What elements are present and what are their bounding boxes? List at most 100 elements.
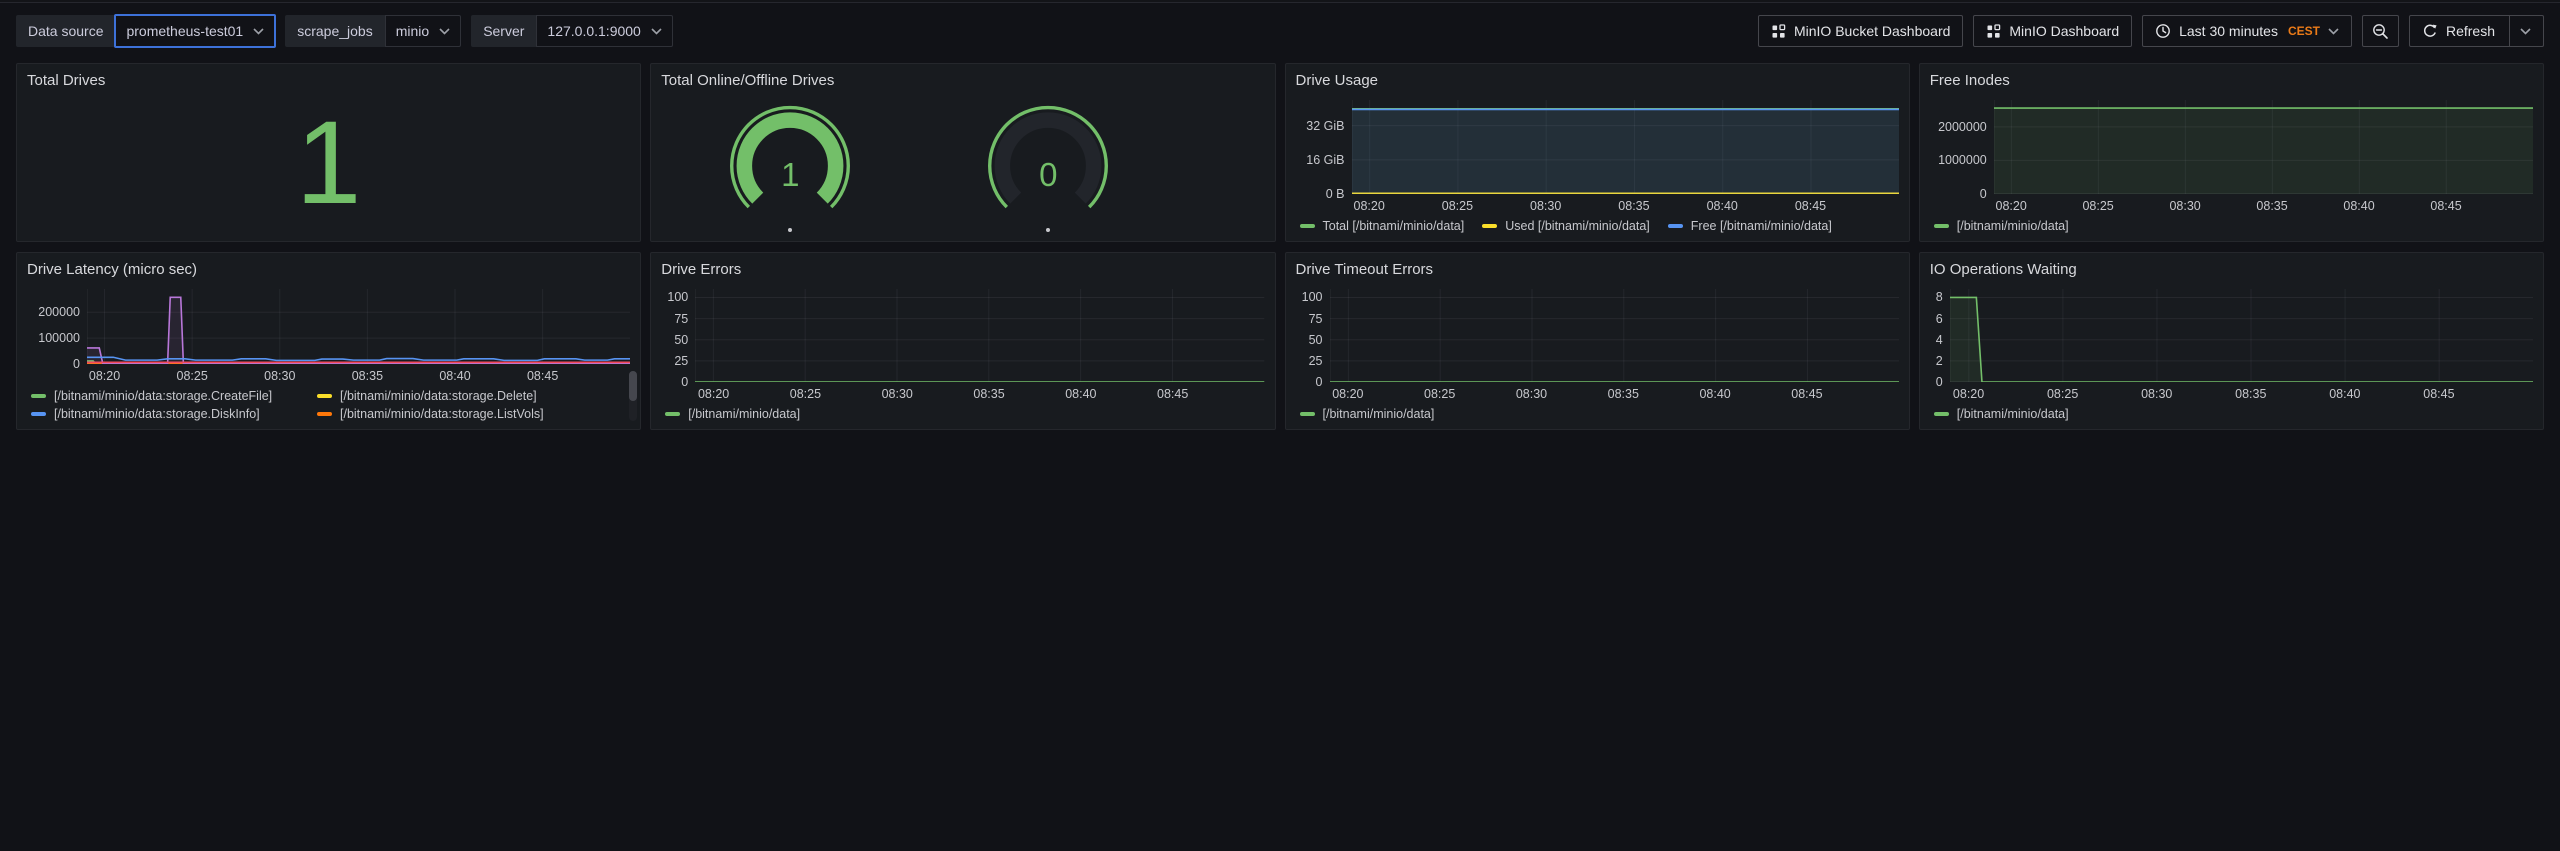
stat-body: 1 [27,92,630,233]
plot-area: 02468 [1930,289,2533,382]
legend-swatch [1934,412,1949,416]
panel-title[interactable]: Free Inodes [1930,70,2533,92]
x-tick-label: 08:30 [264,369,295,383]
y-tick-label: 8 [1936,290,1943,304]
chevron-down-icon [253,28,264,35]
panel-title[interactable]: Drive Latency (micro sec) [27,259,630,281]
x-tick-label: 08:25 [1424,387,1455,401]
x-tick-label: 08:20 [1354,199,1385,213]
y-tick-label: 200000 [38,305,80,319]
legend-item[interactable]: [/bitnami/minio/data] [1934,219,2069,233]
plot-canvas[interactable] [87,289,630,364]
zoom-out-time-button[interactable] [2362,15,2399,47]
y-axis: 010000002000000 [1930,100,1994,194]
plot-canvas[interactable] [1330,289,1899,382]
y-tick-label: 0 [1936,375,1943,389]
y-tick-label: 0 [1980,187,1987,201]
scrape-jobs-select[interactable]: minio [385,15,461,47]
y-tick-label: 100 [1302,290,1323,304]
legend-item[interactable]: Total [/bitnami/minio/data] [1300,219,1465,233]
legend-swatch [31,394,46,398]
x-tick-label: 08:25 [177,369,208,383]
x-tick-label: 08:35 [2235,387,2266,401]
refresh-icon [2422,23,2438,39]
legend-swatch [1934,224,1949,228]
panel-title[interactable]: Drive Usage [1296,70,1899,92]
server-select[interactable]: 127.0.0.1:9000 [536,15,672,47]
total-drives-value: 1 [296,104,362,222]
legend-label: [/bitnami/minio/data:storage.DiskInfo] [54,407,260,421]
x-tick-label: 08:45 [2423,387,2454,401]
legend-label: Free [/bitnami/minio/data] [1691,219,1832,233]
legend-item[interactable]: [/bitnami/minio/data] [1300,407,1435,421]
legend-swatch [665,412,680,416]
x-tick-label: 08:30 [1516,387,1547,401]
panel-title[interactable]: Total Drives [27,70,630,92]
clock-icon [2155,23,2171,39]
refresh-label: Refresh [2446,23,2495,39]
legend-item[interactable]: [/bitnami/minio/data:storage.DiskInfo] [31,407,299,421]
legend-item[interactable]: [/bitnami/minio/data] [1934,407,2069,421]
x-tick-label: 08:25 [2082,199,2113,213]
legend-item[interactable]: [/bitnami/minio/data:storage.CreateFile] [31,389,299,403]
legend-item[interactable]: [/bitnami/minio/data] [665,407,800,421]
x-axis: 08:2008:2508:3008:3508:4008:45 [1352,197,1899,216]
legend-scrollbar[interactable] [629,371,637,421]
y-tick-label: 25 [1309,354,1323,368]
legend-swatch [317,394,332,398]
legend-label: [/bitnami/minio/data] [1957,219,2069,233]
panel-title[interactable]: Total Online/Offline Drives [661,70,1264,92]
legend-item[interactable]: Used [/bitnami/minio/data] [1482,219,1650,233]
legend-item[interactable]: [/bitnami/minio/data:storage.ListVols] [317,407,630,421]
chart-svg [1994,100,2533,194]
legend-swatch [1482,224,1497,228]
y-tick-label: 2 [1936,354,1943,368]
x-tick-label: 08:30 [2169,199,2200,213]
panel-online-offline-drives: Total Online/Offline Drives 1 [650,63,1275,242]
minio-bucket-dashboard-button[interactable]: MinIO Bucket Dashboard [1758,15,1963,47]
y-tick-label: 1000000 [1938,153,1987,167]
y-tick-label: 0 [73,357,80,371]
y-tick-label: 50 [1309,333,1323,347]
x-tick-label: 08:40 [1707,199,1738,213]
gauge-value: 0 [980,156,1116,194]
data-source-select[interactable]: prometheus-test01 [114,14,276,48]
panel-io-operations-waiting: IO Operations Waiting 02468 08:2008:2508:… [1919,252,2544,430]
panel-free-inodes: Free Inodes 01000000200000008:2008:2508:… [1919,63,2544,242]
series-fill [1352,109,1899,194]
legend-label: [/bitnami/minio/data] [1323,407,1435,421]
plot-canvas[interactable] [695,289,1264,382]
panel-title[interactable]: IO Operations Waiting [1930,259,2533,281]
minio-dashboard-button[interactable]: MinIO Dashboard [1973,15,2132,47]
time-range-picker[interactable]: Last 30 minutes CEST [2142,15,2352,47]
panel-title[interactable]: Drive Errors [661,259,1264,281]
x-tick-label: 08:45 [1791,387,1822,401]
chevron-down-icon [2328,28,2339,35]
refresh-button[interactable]: Refresh [2409,15,2544,47]
x-tick-label: 08:30 [882,387,913,401]
data-source-variable: Data source prometheus-test01 [16,15,275,47]
chevron-down-icon[interactable] [2520,28,2531,35]
apps-icon [1771,24,1786,39]
x-tick-label: 08:35 [352,369,383,383]
legend-label: [/bitnami/minio/data] [688,407,800,421]
plot-canvas[interactable] [1950,289,2533,382]
legend-scrollbar-thumb[interactable] [629,371,637,401]
legend: [/bitnami/minio/data:storage.CreateFile]… [27,389,630,421]
x-tick-label: 08:35 [1618,199,1649,213]
drive-errors-chart: 025507510008:2008:2508:3008:3508:4008:45… [661,289,1264,421]
drive-latency-chart: 010000020000008:2008:2508:3008:3508:4008… [27,289,630,421]
data-source-label: Data source [16,15,115,47]
legend: [/bitnami/minio/data] [1930,407,2533,421]
panel-title[interactable]: Drive Timeout Errors [1296,259,1899,281]
legend: [/bitnami/minio/data] [1930,219,2533,233]
legend-item[interactable]: [/bitnami/minio/data:storage.Delete] [317,389,630,403]
y-tick-label: 32 GiB [1306,119,1344,133]
y-tick-label: 0 [1316,375,1323,389]
plot-canvas[interactable] [1994,100,2533,194]
x-tick-label: 08:20 [1953,387,1984,401]
legend: [/bitnami/minio/data] [661,407,1264,421]
x-axis: 08:2008:2508:3008:3508:4008:45 [1950,385,2533,404]
plot-canvas[interactable] [1352,100,1899,194]
legend-item[interactable]: Free [/bitnami/minio/data] [1668,219,1832,233]
